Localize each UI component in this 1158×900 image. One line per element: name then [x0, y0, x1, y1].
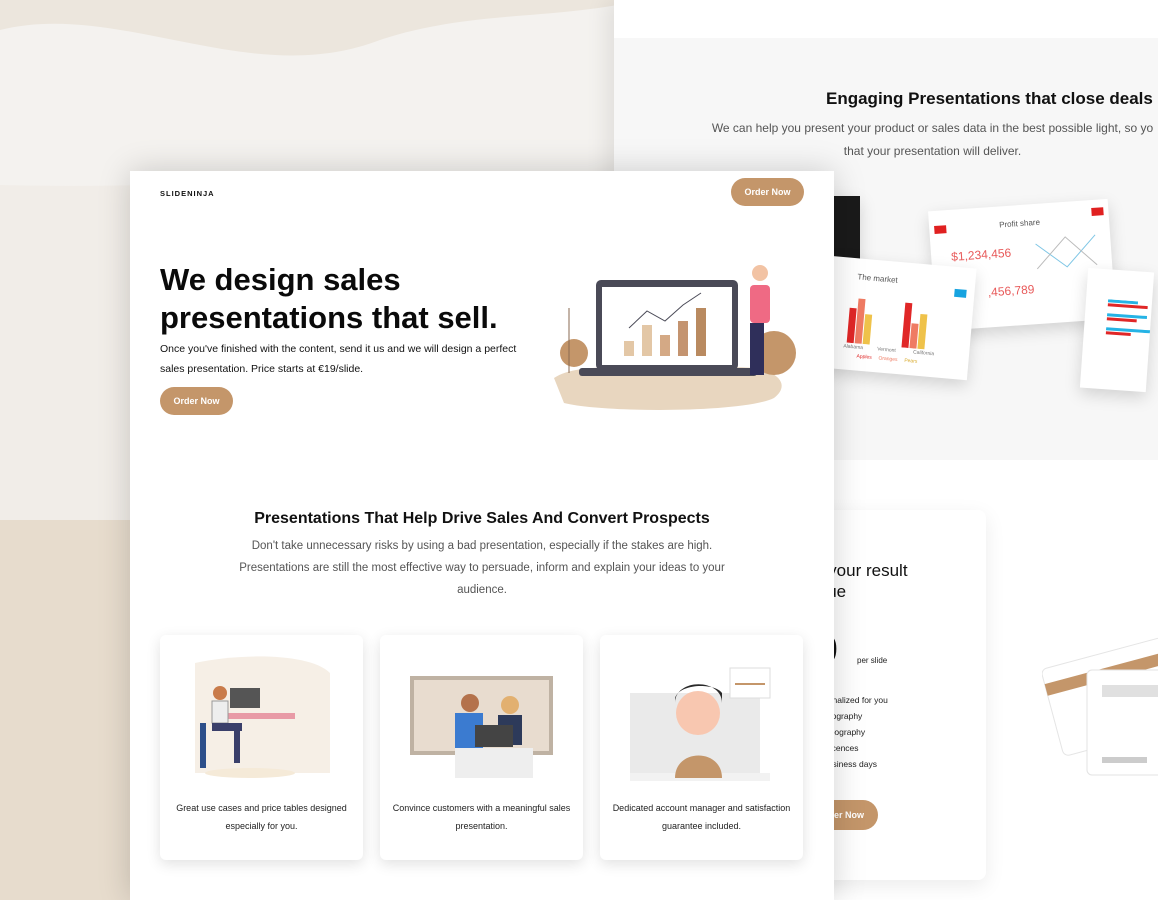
bar-label: California	[912, 349, 935, 358]
profit-title: Profit share	[998, 217, 1041, 230]
brand-logo[interactable]: SLIDENINJA	[160, 189, 215, 198]
legend-item: Pears	[904, 357, 918, 365]
price-unit: per slide	[857, 656, 888, 665]
engaging-title: Engaging Presentations that close deals	[826, 89, 1153, 108]
feature-caption: Dedicated account manager and satisfacti…	[612, 803, 791, 831]
legend-item: Oranges	[878, 355, 898, 364]
feature-caption: Great use cases and price tables designe…	[176, 803, 347, 831]
feature-caption: Convince customers with a meaningful sal…	[392, 803, 571, 831]
account-manager-illustration	[630, 667, 771, 781]
hero-title: We design sales presentations that sell.	[160, 262, 498, 335]
bar-label: Vermont	[876, 346, 897, 354]
market-title: The market	[857, 272, 899, 285]
engaging-subtitle: We can help you present your product or …	[711, 121, 1154, 158]
header-order-button[interactable]: Order Now	[731, 178, 804, 206]
feature-card: Convince customers with a meaningful sal…	[380, 635, 583, 860]
desk-worker-illustration	[195, 656, 330, 778]
features-title: Presentations That Help Drive Sales And …	[254, 510, 710, 527]
team-laptop-illustration	[410, 676, 553, 778]
credit-card-illustration	[1042, 634, 1158, 776]
profit-value-2: ,456,789	[987, 282, 1035, 300]
main-page-mockup: SLIDENINJA Order Now We design sales pres…	[130, 171, 834, 900]
features-subtitle: Don't take unnecessary risks by using a …	[239, 540, 725, 596]
market-slide: The market Alabama Vermont California Ap…	[819, 255, 977, 381]
hero-illustration	[554, 265, 796, 410]
horizontal-bar-slide	[1079, 267, 1155, 393]
feature-card: Dedicated account manager and satisfacti…	[600, 635, 803, 860]
hero-order-button[interactable]: Order Now	[160, 387, 233, 415]
hero-lead: Once you've finished with the content, s…	[160, 343, 517, 375]
legend-item: Apples	[856, 353, 872, 361]
feature-card: Great use cases and price tables designe…	[160, 635, 363, 860]
profit-value: $1,234,456	[950, 245, 1012, 264]
bar-label: Alabama	[843, 343, 864, 352]
market-bar-chart	[846, 298, 928, 350]
